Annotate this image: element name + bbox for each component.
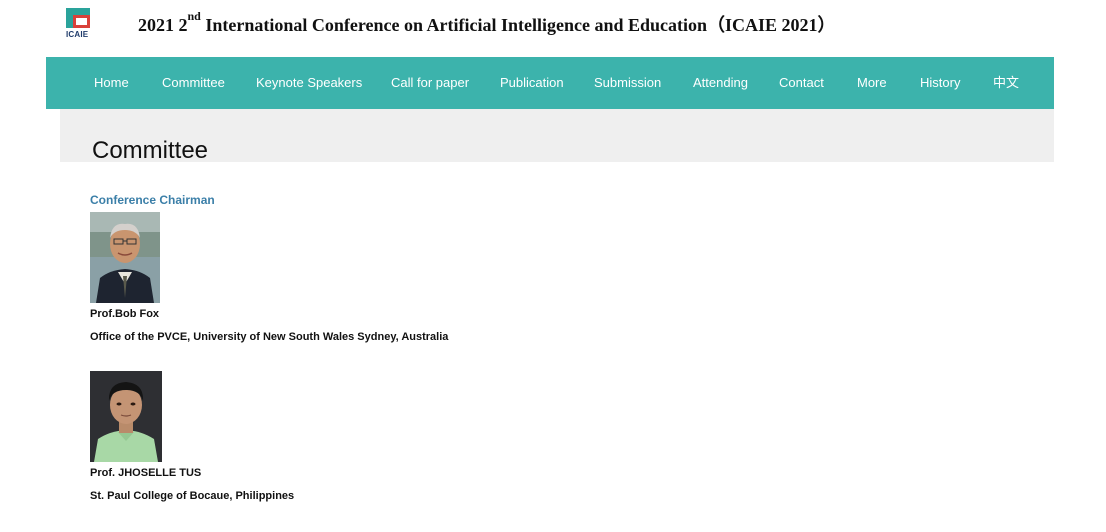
nav-home[interactable]: Home (94, 57, 129, 109)
member-affiliation: St. Paul College of Bocaue, Philippines (90, 490, 295, 502)
nav-chinese[interactable]: 中文 (993, 57, 1019, 109)
page-banner: Committee (60, 109, 1054, 165)
nav-attending[interactable]: Attending (693, 57, 748, 109)
member-name: Prof.Bob Fox (90, 308, 160, 320)
nav-keynote-speakers[interactable]: Keynote Speakers (256, 57, 362, 109)
section-title-conference-chairman: Conference Chairman (90, 193, 215, 207)
member-photo-bob-fox (90, 212, 160, 303)
nav-contact[interactable]: Contact (779, 57, 824, 109)
title-sup: nd (187, 9, 201, 23)
page-title: Committee (92, 137, 209, 165)
member-photo-jhoselle-tus (90, 371, 162, 462)
nav-history[interactable]: History (920, 57, 960, 109)
site-title: 2021 2nd International Conference on Art… (138, 9, 836, 37)
nav-submission[interactable]: Submission (594, 57, 661, 109)
nav-more[interactable]: More (857, 57, 887, 109)
member-affiliation: Office of the PVCE, University of New So… (90, 331, 449, 343)
title-rest: International Conference on Artificial I… (200, 15, 836, 35)
committee-content: Conference Chairman Prof.Bob Fox Office … (46, 162, 1054, 532)
nav-committee[interactable]: Committee (162, 57, 225, 109)
logo-text: ICAIE (66, 30, 89, 39)
main-nav: Home Committee Keynote Speakers Call for… (46, 57, 1054, 109)
nav-call-for-paper[interactable]: Call for paper (391, 57, 469, 109)
nav-publication[interactable]: Publication (500, 57, 564, 109)
member-name: Prof. JHOSELLE TUS (90, 467, 202, 479)
site-header: ICAIE 2021 2nd International Conference … (0, 0, 1106, 57)
title-prefix: 2021 2 (138, 15, 188, 35)
